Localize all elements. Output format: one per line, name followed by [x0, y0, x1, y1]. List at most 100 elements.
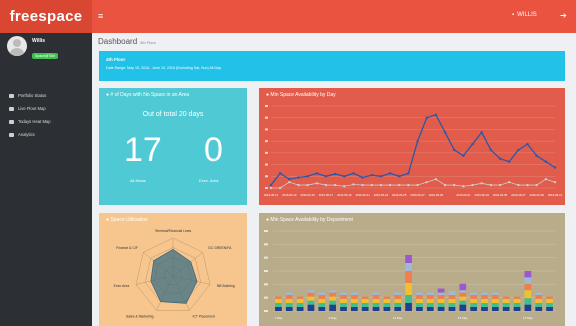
sidebar-item-analytics[interactable]: Analytics: [0, 128, 92, 141]
x-tick-label: 9 May: [329, 316, 338, 320]
data-point: [544, 178, 548, 181]
radar-category-label: Terminal/Financial Lines: [155, 229, 192, 233]
bar-segment: [405, 271, 412, 283]
bar-segment: [491, 292, 499, 295]
data-point: [288, 180, 291, 184]
value-exec-area: 0: [204, 131, 223, 169]
radar-category-label: NB Building: [217, 284, 235, 288]
bar-segment: [340, 303, 347, 307]
data-point: [269, 183, 273, 187]
bar-segment: [426, 303, 434, 307]
bar-segment: [405, 295, 412, 303]
calendar-icon: ●: [106, 92, 110, 98]
x-tick-label: 13 May: [458, 316, 468, 320]
bar-segment: [470, 299, 478, 303]
bar-segment: [329, 292, 337, 297]
bar-segment: [296, 307, 304, 311]
data-point: [480, 182, 483, 185]
bar-segment: [285, 307, 293, 311]
data-point: [370, 173, 373, 177]
bar-segment: [340, 292, 347, 295]
bar-segment: [459, 296, 467, 301]
x-tick-label: 2016-05-25: [392, 193, 407, 197]
data-point: [462, 154, 465, 157]
bar-segment: [459, 283, 467, 291]
data-point: [535, 154, 538, 157]
no-space-days-card: ● # of Days with No Space in an Area Out…: [99, 88, 247, 205]
y-tick-mark: [265, 175, 268, 178]
data-point: [297, 183, 300, 187]
bar-segment: [513, 296, 521, 299]
data-point: [471, 142, 474, 146]
bar-segment: [535, 299, 543, 303]
heat-map-icon: [9, 119, 14, 124]
data-point: [553, 166, 557, 169]
bar-segment: [372, 307, 380, 311]
data-point: [398, 183, 401, 187]
label-all-areas: All Areas: [130, 178, 146, 183]
data-point: [379, 175, 383, 178]
y-tick-mark: [264, 310, 268, 312]
stacked-bar-chart: 7 May 9 May 11 May 13 May 17 May: [264, 230, 555, 320]
data-point: [498, 183, 502, 187]
sidebar-item-live-floor-map[interactable]: Live Floor Map: [0, 102, 92, 115]
sidebar-item-label: Todays Heat Map: [18, 119, 51, 124]
availability-by-department-card: ● Min Space Availability by Department 7…: [259, 213, 565, 326]
data-point: [324, 175, 328, 178]
avatar: [7, 36, 27, 56]
bar-segment: [350, 307, 358, 311]
bar-segment: [535, 295, 543, 299]
series-line: [270, 113, 556, 186]
data-point: [489, 183, 493, 187]
bar-segment: [491, 307, 499, 311]
bar-segment: [459, 300, 467, 305]
bar-segment: [502, 299, 510, 303]
card-subtitle: Out of total 20 days: [142, 111, 204, 118]
data-point: [297, 176, 300, 179]
user-menu[interactable]: ▪ WILLIS: [512, 12, 537, 18]
x-tick-label: 2016-06-09: [530, 193, 545, 197]
sidebar-item-heat-map[interactable]: Todays Heat Map: [0, 115, 92, 128]
bar-segment: [416, 292, 423, 295]
bar-segment: [481, 292, 488, 295]
bar-segment: [307, 290, 315, 293]
bar-segment: [307, 304, 315, 311]
radar-category-label: GC GREEN/FA: [208, 246, 232, 250]
data-point: [535, 183, 538, 187]
data-point: [443, 131, 447, 134]
data-point: [443, 183, 447, 187]
bar-segment: [361, 296, 369, 299]
menu-toggle-icon[interactable]: ≡: [98, 11, 103, 21]
bar-segment: [524, 290, 532, 299]
data-point: [278, 186, 282, 190]
data-point: [507, 160, 511, 163]
line-chart: 2016-05-11 2016-05-13 2016-05-15 2016-05-17…: [264, 105, 562, 197]
brand-logo[interactable]: freespace: [0, 0, 92, 33]
bar-segment: [318, 303, 326, 307]
sidebar-nav: Portfolio Status Live Floor Map Todays H…: [0, 89, 92, 141]
data-point: [434, 113, 438, 116]
bar-segment: [372, 292, 380, 295]
radar-category-label: Exec Area: [114, 284, 130, 288]
bar-segment: [329, 290, 337, 293]
data-point: [361, 183, 364, 187]
sign-out-icon[interactable]: ➔: [560, 11, 567, 20]
data-point: [462, 185, 465, 188]
sidebar-item-label: Live Floor Map: [18, 106, 46, 111]
bar-segment: [307, 300, 315, 305]
user-icon: ▪: [512, 12, 515, 18]
data-point: [333, 172, 337, 176]
data-point: [343, 175, 346, 178]
bar-segment: [275, 303, 282, 307]
analytics-icon: [9, 132, 14, 137]
bar-segment: [481, 299, 488, 303]
top-bar: freespace ≡ ▪ WILLIS ➔: [0, 0, 576, 33]
bar-segment: [448, 299, 456, 303]
x-tick-label: 2016-05-17: [319, 193, 334, 197]
x-tick-label: 17 May: [523, 316, 533, 320]
sidebar-item-portfolio-status[interactable]: Portfolio Status: [0, 89, 92, 102]
data-point: [416, 139, 419, 143]
x-tick-label: 2016-05-11: [264, 193, 279, 197]
bar-segment: [459, 304, 467, 311]
y-tick-mark: [265, 151, 268, 154]
